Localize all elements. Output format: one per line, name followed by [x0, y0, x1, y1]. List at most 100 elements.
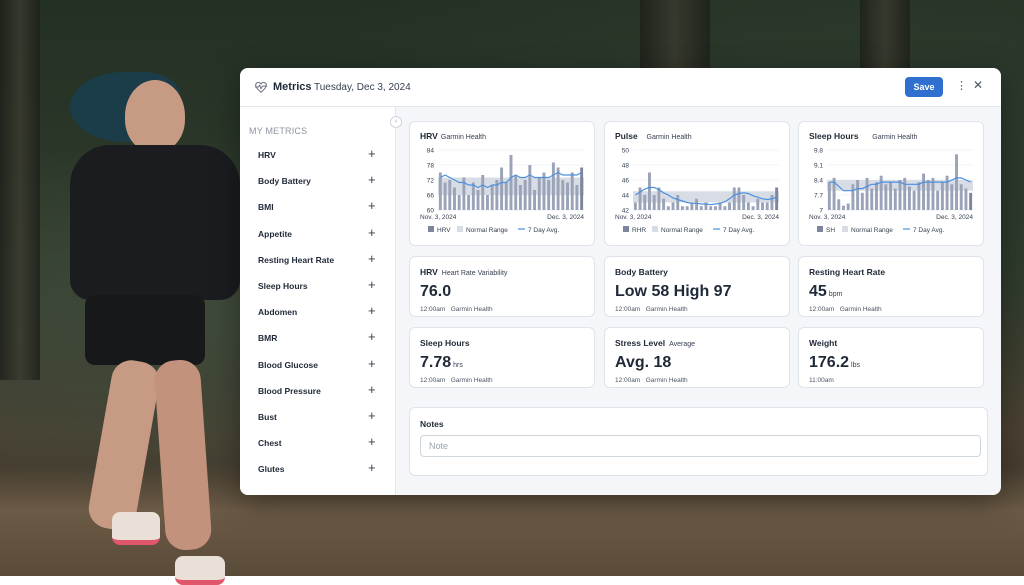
add-icon[interactable]: +: [368, 434, 376, 449]
runner-shorts: [85, 295, 205, 365]
chart-bar: [751, 206, 755, 210]
runner-figure: [30, 60, 240, 585]
chart-bar: [676, 195, 680, 210]
chart-bar: [566, 182, 569, 210]
legend-label: 7 Day Avg.: [723, 227, 755, 234]
x-end-label: Dec. 3, 2024: [936, 214, 973, 221]
weight-stat-card[interactable]: Weight 176.2 lbs 11:00am: [798, 327, 984, 388]
stat-subtitle: Heart Rate Variability: [441, 270, 508, 277]
chart-bar: [903, 177, 907, 210]
body-battery-stat-card[interactable]: Body Battery Low 58 High 97 12:00am Garm…: [604, 256, 790, 317]
sidebar-item-resting-heart-rate[interactable]: Resting Heart Rate +: [240, 248, 395, 274]
legend-label: RHR: [632, 227, 646, 234]
stat-value-text: Low 58 High 97: [615, 283, 732, 300]
chart-bar: [448, 180, 452, 210]
stat-time: 12:00am: [809, 306, 835, 313]
notes-title: Notes: [420, 419, 444, 429]
sidebar-item-label: Body Battery: [258, 176, 311, 187]
legend-swatch-bars: [623, 226, 629, 232]
collapse-sidebar-icon[interactable]: ‹: [390, 116, 402, 128]
chart-bar: [917, 182, 921, 210]
stat-value: 45 bpm: [809, 283, 842, 301]
chart-bar: [969, 192, 973, 210]
save-button[interactable]: Save: [905, 77, 943, 97]
hrv-chart-card[interactable]: HRV Garmin Health 60 66 72 78 84 Nov. 3, 2024 De…: [409, 121, 595, 246]
add-icon[interactable]: +: [368, 408, 376, 423]
sleep-hours-stat-card[interactable]: Sleep Hours 7.78 hrs 12:00am Garmin Healt…: [409, 327, 595, 388]
close-icon[interactable]: ✕: [973, 78, 983, 92]
add-icon[interactable]: +: [368, 382, 376, 397]
add-icon[interactable]: +: [368, 251, 376, 266]
resting-heart-rate-stat-card[interactable]: Resting Heart Rate 45 bpm 12:00am Garmin …: [798, 256, 984, 317]
stress-level-stat-card[interactable]: Stress Level Average Avg. 18 12:00am Garm…: [604, 327, 790, 388]
chart-bar: [775, 187, 779, 210]
dialog-date: Tuesday, Dec 3, 2024: [314, 82, 411, 93]
sidebar-item-sleep-hours[interactable]: Sleep Hours +: [240, 274, 395, 300]
sidebar-item-bmr[interactable]: BMR +: [240, 326, 395, 352]
add-icon[interactable]: +: [368, 172, 376, 187]
chart-bar: [542, 172, 546, 210]
stat-time: 11:00am: [809, 377, 834, 384]
chart-bar: [551, 162, 555, 210]
sidebar-item-hrv[interactable]: HRV +: [240, 143, 395, 169]
sidebar-item-label: Glutes: [258, 464, 285, 475]
chart-bar: [533, 190, 537, 210]
chart-bar: [842, 205, 845, 210]
add-icon[interactable]: +: [368, 146, 376, 161]
chart-bar: [742, 195, 746, 210]
chart-bar: [856, 180, 860, 210]
stat-subtitle: Average: [669, 341, 696, 348]
chart-bar: [453, 187, 456, 210]
sidebar-item-glutes[interactable]: Glutes +: [240, 457, 395, 483]
chart-bar: [846, 203, 850, 210]
runner-head: [125, 80, 185, 152]
stat-value: 76.0: [420, 283, 453, 301]
add-icon[interactable]: +: [368, 225, 376, 240]
sidebar-item-chest[interactable]: Chest +: [240, 431, 395, 457]
chart-bar: [481, 175, 485, 210]
sidebar-item-bust[interactable]: Bust +: [240, 405, 395, 431]
hrv-stat-card[interactable]: HRV Heart Rate Variability 76.0 12:00am G…: [409, 256, 595, 317]
chart-title: Pulse: [615, 131, 638, 141]
add-icon[interactable]: +: [368, 356, 376, 371]
sidebar-item-bmi[interactable]: BMI +: [240, 195, 395, 221]
sidebar-item-abdomen[interactable]: Abdomen +: [240, 300, 395, 326]
stat-title-text: Stress Level: [615, 338, 666, 348]
chart-bar: [528, 165, 532, 210]
chart-bar: [518, 185, 522, 210]
legend-label: SH: [826, 227, 835, 234]
chart-bar: [907, 186, 911, 210]
chart-bar: [746, 202, 750, 210]
chart-bar: [893, 188, 897, 210]
sidebar-item-body-battery[interactable]: Body Battery +: [240, 169, 395, 195]
y-tick-label: 9.1: [814, 163, 823, 170]
sidebar-item-label: Sleep Hours: [258, 280, 308, 291]
sidebar-item-blood-pressure[interactable]: Blood Pressure +: [240, 379, 395, 405]
chart-bar: [666, 206, 670, 210]
stat-value-text: 76.0: [420, 283, 452, 300]
sidebar-item-appetite[interactable]: Appetite +: [240, 222, 395, 248]
chart-bar: [827, 182, 831, 210]
add-icon[interactable]: +: [368, 277, 376, 292]
pulse-chart-card[interactable]: Pulse Garmin Health 42 44 46 48 50 Nov. 3, 2024…: [604, 121, 790, 246]
chart-bar: [699, 206, 703, 210]
stat-title-text: Body Battery: [615, 267, 668, 277]
chart-bar: [761, 202, 764, 210]
add-icon[interactable]: +: [368, 460, 376, 475]
add-icon[interactable]: +: [368, 303, 376, 318]
legend-swatch-bars: [817, 226, 823, 232]
chart-bar: [685, 206, 689, 210]
y-tick-label: 8.4: [814, 178, 823, 185]
x-start-label: Nov. 3, 2024: [809, 214, 846, 221]
y-tick-label: 50: [622, 148, 630, 155]
add-icon[interactable]: +: [368, 198, 376, 213]
stat-footer: 12:00am Garmin Health: [615, 306, 688, 313]
add-icon[interactable]: +: [368, 329, 376, 344]
stat-source: Garmin Health: [450, 306, 493, 313]
chart-bar: [959, 184, 963, 210]
sleep-hours-chart-card[interactable]: Sleep Hours Garmin Health 7 7.7 8.4 9.1 9.8 Nov…: [798, 121, 984, 246]
stat-footer: 12:00am Garmin Health: [809, 306, 882, 313]
more-options-icon[interactable]: ⋮: [956, 79, 967, 92]
note-input[interactable]: [420, 435, 981, 457]
sidebar-item-blood-glucose[interactable]: Blood Glucose +: [240, 353, 395, 379]
